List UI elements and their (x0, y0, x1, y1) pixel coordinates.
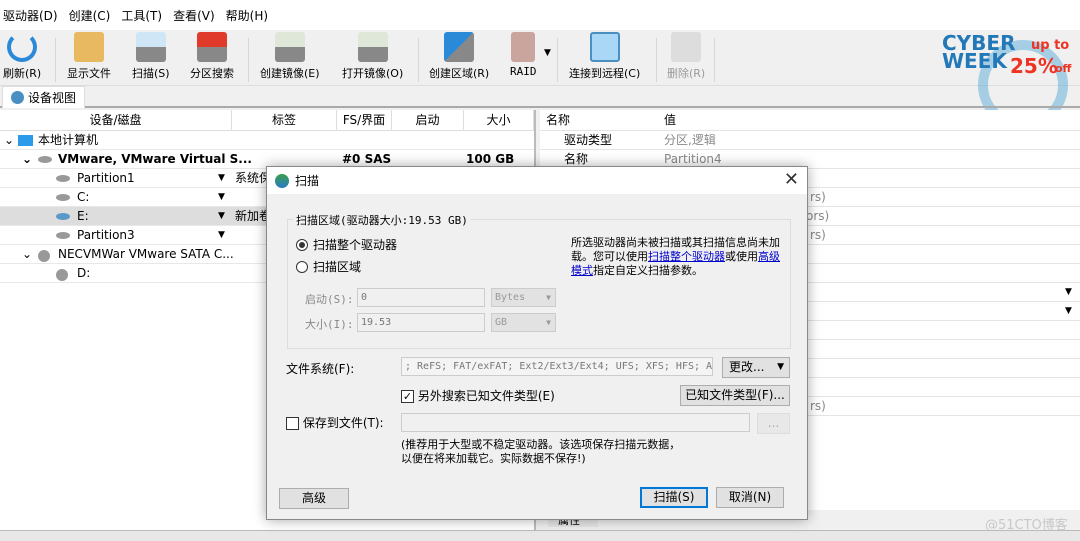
cyber-week-banner[interactable]: CYBER WEEK up to 25% off (938, 32, 1073, 130)
props-header: 名称值 (540, 110, 1080, 131)
raid-icon (511, 32, 536, 62)
browse-button[interactable]: ... (757, 413, 790, 434)
dropdown-icon: ▼ (777, 362, 784, 372)
col-device[interactable]: 设备/磁盘 (0, 110, 232, 130)
scan-button[interactable]: 扫描(S) (132, 32, 170, 81)
open-image-button[interactable]: 打开镜像(O) (342, 32, 403, 81)
known-file-types-button[interactable]: 已知文件类型(F)... (680, 385, 790, 406)
refresh-icon (7, 32, 38, 62)
scan-disk-icon (135, 32, 166, 62)
cdrom-icon (56, 264, 73, 283)
tab-device-view[interactable]: 设备视图 (2, 86, 86, 108)
dropdown-icon[interactable]: ▼ (218, 169, 225, 188)
start-input[interactable]: 0 (357, 288, 485, 307)
create-region-button[interactable]: 创建区域(R) (429, 32, 489, 81)
scan-app-icon (275, 173, 289, 188)
col-size[interactable]: 大小 (464, 110, 534, 130)
dropdown-icon[interactable]: ▼ (1065, 302, 1072, 321)
delete-disk-icon (671, 32, 702, 62)
cdrom-icon (38, 245, 55, 264)
prop-row: 驱动类型 分区,逻辑 (540, 131, 1080, 150)
filesystem-field[interactable]: ; ReFS; FAT/exFAT; Ext2/Ext3/Ext4; UFS; … (401, 357, 713, 376)
size-input[interactable]: 19.53 (357, 313, 485, 332)
dialog-title-bar: 扫描 ✕ (267, 167, 807, 194)
extra-search-checkbox[interactable]: ✓ 另外搜索已知文件类型(E) (401, 387, 555, 404)
dropdown-icon[interactable]: ▼ (218, 207, 225, 226)
refresh-button[interactable]: 刷新(R) (3, 32, 41, 81)
partition-search-icon (197, 32, 227, 62)
raid-dropdown-icon[interactable]: ▼ (544, 48, 551, 58)
create-region-icon (444, 32, 475, 62)
partition-icon (56, 188, 75, 207)
menu-help[interactable]: 帮助(H) (226, 7, 268, 24)
col-fs[interactable]: FS/界面 (337, 110, 392, 130)
cancel-button[interactable]: 取消(N) (716, 487, 784, 508)
dropdown-icon[interactable]: ▼ (218, 226, 225, 245)
partition-icon (56, 226, 75, 245)
save-note: (推荐用于大型或不稳定驱动器。该选项保存扫描元数据，以便在将来加载它。实际数据不… (401, 438, 681, 465)
open-image-icon (357, 32, 388, 62)
partition-icon (56, 169, 75, 188)
radio-scan-whole-drive[interactable]: 扫描整个驱动器 (296, 236, 397, 253)
col-label[interactable]: 标签 (232, 110, 337, 130)
change-button[interactable]: 更改... ▼ (722, 357, 790, 378)
radio-scan-region[interactable]: 扫描区域 (296, 258, 361, 275)
connect-remote-button[interactable]: 连接到远程(C) (569, 32, 640, 81)
menu-tools[interactable]: 工具(T) (121, 7, 162, 24)
show-files-button[interactable]: 显示文件 (67, 32, 111, 81)
delete-button[interactable]: 删除(R) (667, 32, 705, 81)
scan-region-label: 扫描区域(驱动器大小:19.53 GB) (293, 212, 471, 228)
advanced-button[interactable]: 高级 (279, 488, 349, 509)
menu-drive[interactable]: 驱动器(D) (3, 7, 58, 24)
status-bar (0, 530, 1080, 541)
partition-search-button[interactable]: 分区搜索 (190, 32, 234, 81)
tab-strip: 设备视图 (0, 86, 1080, 108)
raid-button[interactable]: RAID (510, 32, 537, 78)
link-scan-whole-drive[interactable]: 扫描整个驱动器 (648, 250, 725, 263)
save-file-input[interactable] (401, 413, 750, 432)
computer-icon (18, 131, 34, 150)
start-unit-select[interactable]: Bytes ▼ (491, 288, 556, 307)
create-image-button[interactable]: 创建镜像(E) (260, 32, 320, 81)
size-unit-select[interactable]: GB ▼ (491, 313, 556, 332)
monitor-icon (589, 32, 620, 62)
close-icon[interactable]: ✕ (784, 169, 799, 190)
dropdown-icon[interactable]: ▼ (1065, 283, 1072, 302)
save-to-file-checkbox[interactable]: 保存到文件(T): (286, 414, 384, 431)
filesystem-label: 文件系统(F): (286, 362, 355, 376)
scan-dialog: 扫描 ✕ 扫描区域(驱动器大小:19.53 GB) 扫描整个驱动器 扫描区域 启… (266, 166, 808, 520)
info-icon (11, 91, 24, 104)
tree-row-local-computer[interactable]: ⌄ 本地计算机 (0, 131, 534, 150)
toolbar: 刷新(R) 显示文件 扫描(S) 分区搜索 创建镜像(E) 打开镜像(O) 创建… (0, 30, 1080, 130)
folder-icon (74, 32, 104, 62)
dropdown-icon[interactable]: ▼ (218, 188, 225, 207)
disk-icon (38, 150, 57, 169)
col-start[interactable]: 启动 (392, 110, 464, 130)
menu-create[interactable]: 创建(C) (69, 7, 111, 24)
partition-icon (56, 207, 75, 226)
menu-bar: 驱动器(D) 创建(C) 工具(T) 查看(V) 帮助(H) (0, 0, 1080, 30)
dialog-title: 扫描 (295, 174, 320, 188)
menu-view[interactable]: 查看(V) (173, 7, 215, 24)
tree-header: 设备/磁盘 标签 FS/界面 启动 大小 (0, 110, 534, 131)
create-image-icon (274, 32, 305, 62)
scan-button[interactable]: 扫描(S) (640, 487, 708, 508)
scan-info-text: 所选驱动器尚未被扫描或其扫描信息尚未加载。您可以使用扫描整个驱动器或使用高级模式… (571, 236, 780, 277)
